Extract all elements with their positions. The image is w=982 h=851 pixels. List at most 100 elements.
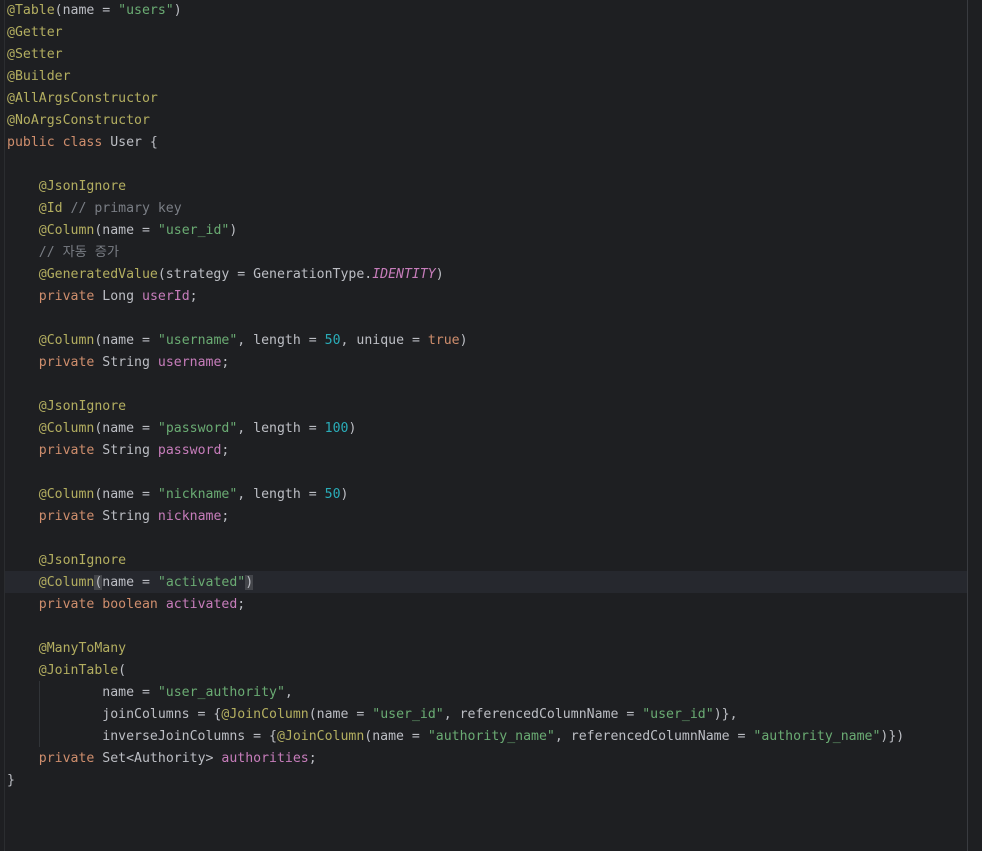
code-token: private [38, 289, 103, 304]
code-token: name = [102, 685, 158, 700]
code-token: "activated" [157, 575, 246, 590]
code-token: ) [340, 487, 349, 502]
code-line[interactable]: @GeneratedValue(strategy = GenerationTyp… [7, 264, 444, 286]
code-token: ; [221, 355, 230, 370]
code-token: authorities [221, 751, 309, 766]
code-editor[interactable]: @Table(name = "users") @Getter @Setter @Bui… [0, 0, 982, 851]
code-line[interactable]: private boolean activated; [7, 594, 245, 616]
code-token: , referencedColumnName = [443, 707, 643, 722]
code-line[interactable]: private String nickname; [7, 506, 230, 528]
right-margin-guide [967, 0, 968, 851]
code-token: ) [229, 223, 238, 238]
code-line[interactable]: @Builder [7, 66, 71, 88]
code-token: (name = [94, 421, 158, 436]
code-token: User { [110, 135, 158, 150]
code-token: @JoinColumn [276, 729, 365, 744]
code-line[interactable]: // 자동 증가 [7, 242, 119, 264]
code-token: @JoinTable [38, 663, 119, 678]
code-token: Long [102, 289, 142, 304]
code-line[interactable]: private Set<Authority> authorities; [7, 748, 317, 770]
code-line[interactable]: @JsonIgnore [7, 550, 126, 572]
code-token: private [38, 751, 103, 766]
code-line[interactable]: name = "user_authority", [7, 682, 293, 704]
code-token: (name = [308, 707, 373, 722]
code-token: , length = [237, 421, 325, 436]
code-token: class [62, 135, 111, 150]
code-token: @JsonIgnore [38, 399, 127, 414]
code-token: String [102, 509, 158, 524]
code-line[interactable]: @Getter [7, 22, 63, 44]
code-token: ) [435, 267, 444, 282]
code-token: "user_authority" [157, 685, 285, 700]
code-token: 50 [324, 487, 341, 502]
code-token: name = [102, 575, 158, 590]
code-token: @Builder [7, 69, 71, 84]
code-line[interactable]: @Column(name = "password", length = 100) [7, 418, 357, 440]
code-line[interactable]: @ManyToMany [7, 638, 126, 660]
code-token: (name = [54, 3, 119, 18]
code-line[interactable]: } [7, 770, 15, 792]
code-line[interactable]: @Setter [7, 44, 63, 66]
code-line[interactable]: @Column(name = "nickname", length = 50) [7, 484, 349, 506]
code-token: @Id [38, 201, 63, 216]
code-token: // 자동 증가 [38, 245, 120, 260]
code-token: ) [459, 333, 468, 348]
code-token: , [284, 685, 293, 700]
code-line[interactable]: private String username; [7, 352, 230, 374]
code-token: "authority_name" [753, 729, 881, 744]
code-token: userId [142, 289, 190, 304]
code-token: ; [237, 597, 246, 612]
code-token: @Column [38, 333, 95, 348]
code-line[interactable]: @Column(name = "activated") [7, 572, 254, 594]
code-line[interactable]: @Table(name = "users") [7, 0, 182, 22]
code-token: "nickname" [157, 487, 238, 502]
code-token: } [7, 773, 15, 788]
code-line[interactable]: @Column(name = "username", length = 50, … [7, 330, 468, 352]
code-token: (name = [94, 333, 158, 348]
code-token: )}, [713, 707, 738, 722]
code-token: @Column [38, 487, 95, 502]
code-line[interactable]: @JsonIgnore [7, 396, 126, 418]
code-token: ( [118, 663, 127, 678]
code-line[interactable]: inverseJoinColumns = {@JoinColumn(name =… [7, 726, 904, 748]
code-line[interactable]: private Long userId; [7, 286, 198, 308]
code-line[interactable]: private String password; [7, 440, 230, 462]
code-token: Set<Authority> [102, 751, 222, 766]
code-line[interactable]: @JsonIgnore [7, 176, 126, 198]
code-line[interactable]: @AllArgsConstructor [7, 88, 158, 110]
code-token: private [38, 443, 103, 458]
code-token: 100 [324, 421, 349, 436]
code-token: nickname [157, 509, 222, 524]
code-line[interactable]: @Column(name = "user_id") [7, 220, 238, 242]
code-token: "user_id" [372, 707, 444, 722]
code-line[interactable]: @JoinTable( [7, 660, 126, 682]
code-line[interactable]: joinColumns = {@JoinColumn(name = "user_… [7, 704, 738, 726]
code-token: @JsonIgnore [38, 553, 127, 568]
code-line[interactable]: @NoArgsConstructor [7, 110, 150, 132]
code-line[interactable]: public class User { [7, 132, 158, 154]
code-token: , unique = [340, 333, 428, 348]
code-token: ) [348, 421, 357, 436]
code-line[interactable]: @Id // primary key [7, 198, 182, 220]
code-token: "password" [157, 421, 238, 436]
code-token: @Column [38, 421, 95, 436]
code-token: "users" [118, 3, 174, 18]
code-token: @Column [38, 575, 95, 590]
code-token: ) [245, 575, 254, 590]
code-token: boolean [102, 597, 166, 612]
code-token: "user_id" [642, 707, 714, 722]
code-token: (name = [364, 729, 428, 744]
